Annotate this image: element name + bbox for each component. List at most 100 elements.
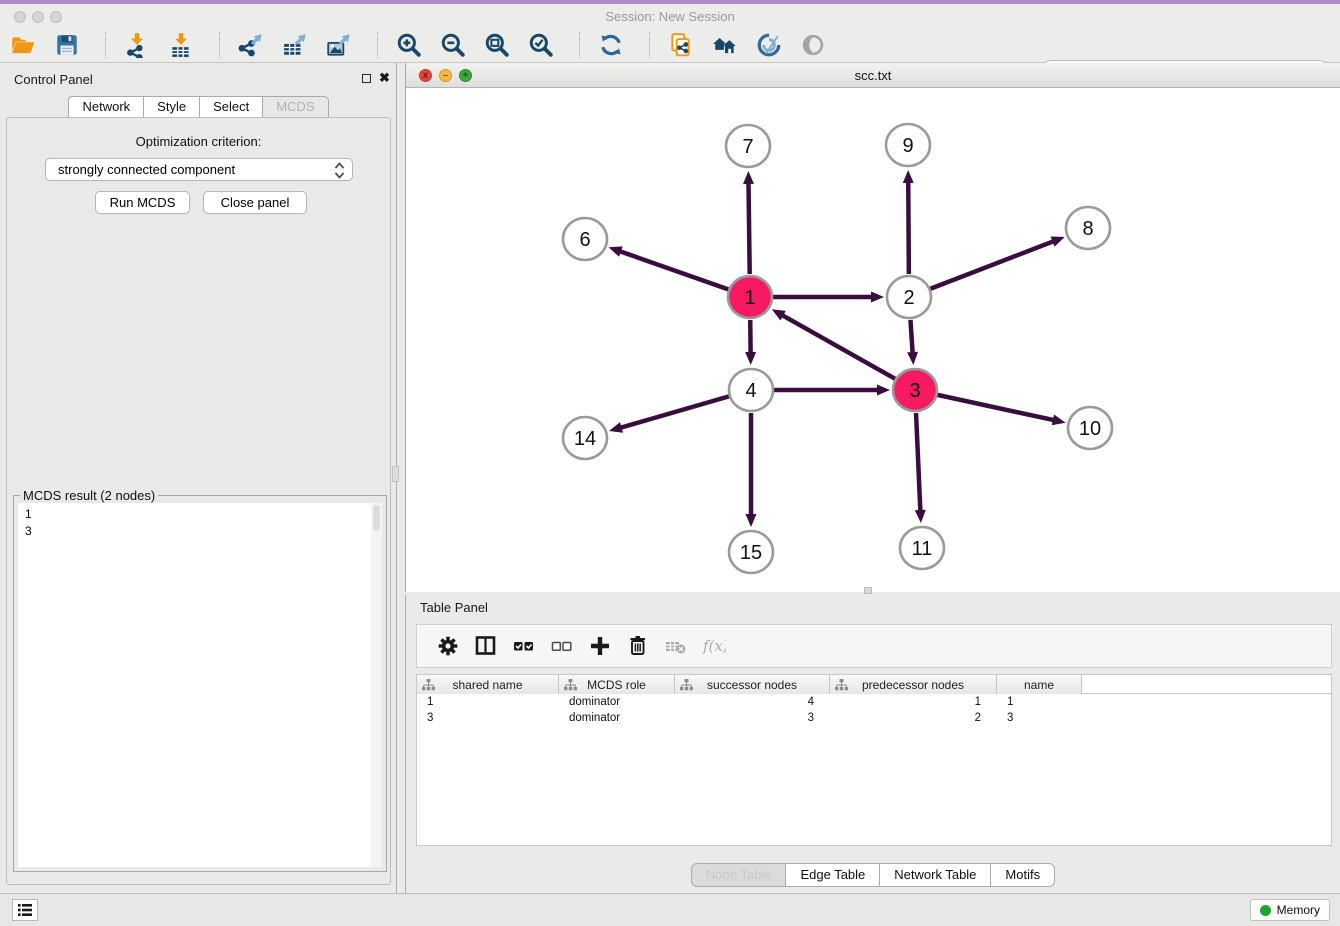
select-all-button[interactable] bbox=[509, 633, 539, 659]
control-tab-network[interactable]: Network bbox=[68, 96, 144, 118]
open-session-button[interactable] bbox=[9, 31, 37, 59]
export-table-button[interactable] bbox=[281, 31, 309, 59]
control-tab-select[interactable]: Select bbox=[200, 96, 263, 118]
duplicate-network-icon bbox=[668, 32, 694, 58]
deselect-all-button[interactable] bbox=[547, 633, 577, 659]
table-cell: 1 bbox=[830, 694, 997, 710]
column-header-label: MCDS role bbox=[587, 678, 646, 692]
duplicate-network-button[interactable] bbox=[667, 31, 695, 59]
mcds-result-box: MCDS result (2 nodes) 13 bbox=[13, 495, 387, 872]
close-panel-icon[interactable]: ✖ bbox=[379, 72, 390, 83]
edge-arrowhead bbox=[877, 385, 890, 396]
graph-node-label: 8 bbox=[1082, 218, 1093, 240]
edge-1-7[interactable] bbox=[748, 182, 749, 274]
graph-node-label: 14 bbox=[574, 428, 596, 450]
edge-arrowhead bbox=[745, 352, 756, 365]
column-header-successor-nodes[interactable]: successor nodes bbox=[675, 675, 830, 694]
trash-button[interactable] bbox=[623, 633, 653, 659]
edge-arrowhead bbox=[907, 352, 918, 365]
toolbar-separator bbox=[105, 32, 106, 58]
gear-icon bbox=[436, 634, 460, 658]
edge-arrowhead bbox=[609, 246, 623, 256]
eye-button[interactable] bbox=[799, 31, 827, 59]
edge-3-11[interactable] bbox=[916, 413, 920, 512]
eye-icon bbox=[800, 32, 826, 58]
zoom-in-button[interactable] bbox=[395, 31, 423, 59]
add-column-button[interactable] bbox=[585, 633, 615, 659]
column-header-predecessor-nodes[interactable]: predecessor nodes bbox=[830, 675, 997, 694]
table-cell: 3 bbox=[417, 710, 559, 726]
column-header-MCDS-role[interactable]: MCDS role bbox=[559, 675, 675, 694]
table-cell: 3 bbox=[675, 710, 830, 726]
column-header-label: shared name bbox=[452, 678, 522, 692]
table-tab-network-table[interactable]: Network Table bbox=[880, 863, 991, 887]
zoom-fit-button[interactable] bbox=[483, 31, 511, 59]
zoom-in-icon bbox=[396, 32, 422, 58]
table-header-row: shared name MCDS role successor nodesprede… bbox=[417, 675, 1331, 694]
control-tab-mcds[interactable]: MCDS bbox=[263, 96, 328, 118]
table-cell: 4 bbox=[675, 694, 830, 710]
edge-3-10[interactable] bbox=[937, 395, 1054, 420]
memory-label: Memory bbox=[1277, 903, 1320, 917]
float-panel-icon[interactable] bbox=[362, 74, 371, 83]
task-list-icon bbox=[17, 903, 33, 917]
run-mcds-button[interactable]: Run MCDS bbox=[95, 191, 190, 214]
node-table[interactable]: shared name MCDS role successor nodesprede… bbox=[416, 674, 1332, 846]
graph-node-label: 10 bbox=[1079, 418, 1101, 440]
save-session-button[interactable] bbox=[53, 31, 81, 59]
mcds-result-line: 3 bbox=[25, 523, 382, 540]
network-window-titlebar[interactable]: x – + scc.txt bbox=[406, 63, 1340, 88]
gear-button[interactable] bbox=[433, 633, 463, 659]
memory-status-icon bbox=[1260, 905, 1271, 916]
split-panel-icon bbox=[474, 634, 498, 658]
style-paint-button[interactable] bbox=[755, 31, 783, 59]
select-all-icon bbox=[512, 634, 536, 658]
table-tab-motifs[interactable]: Motifs bbox=[991, 863, 1055, 887]
import-table-button[interactable] bbox=[167, 31, 195, 59]
trash-icon bbox=[626, 634, 650, 658]
window-title: Session: New Session bbox=[0, 9, 1340, 24]
edge-arrowhead bbox=[1051, 237, 1065, 247]
task-console-button[interactable] bbox=[12, 899, 38, 921]
column-header-name[interactable]: name bbox=[997, 675, 1082, 694]
network-canvas[interactable]: 1234678910111415 bbox=[406, 88, 1340, 592]
control-tab-style[interactable]: Style bbox=[144, 96, 200, 118]
optimization-dropdown[interactable]: strongly connected component bbox=[45, 158, 353, 181]
splitter-handle[interactable] bbox=[392, 466, 399, 482]
column-header-shared-name[interactable]: shared name bbox=[417, 675, 559, 694]
export-image-button[interactable] bbox=[325, 31, 353, 59]
import-network-button[interactable] bbox=[123, 31, 151, 59]
close-panel-button[interactable]: Close panel bbox=[203, 191, 307, 214]
control-panel-tabs: NetworkStyleSelectMCDS bbox=[0, 96, 397, 117]
mcds-result-title: MCDS result (2 nodes) bbox=[20, 488, 158, 503]
refresh-icon bbox=[598, 32, 624, 58]
table-row[interactable]: 1dominator411 bbox=[417, 694, 1331, 710]
edge-1-6[interactable] bbox=[619, 251, 728, 289]
control-panel: Control Panel ✖ NetworkStyleSelectMCDS O… bbox=[0, 63, 397, 893]
graph-node-label: 11 bbox=[912, 538, 933, 560]
zoom-selected-button[interactable] bbox=[527, 31, 555, 59]
edge-2-8[interactable] bbox=[930, 241, 1054, 289]
refresh-button[interactable] bbox=[597, 31, 625, 59]
delete-table-icon bbox=[664, 634, 688, 658]
edge-arrowhead bbox=[609, 422, 623, 433]
home-button[interactable] bbox=[711, 31, 739, 59]
edge-3-1[interactable] bbox=[781, 315, 895, 379]
split-panel-button[interactable] bbox=[471, 633, 501, 659]
mcds-result-line: 1 bbox=[25, 506, 382, 523]
table-row[interactable]: 3dominator323 bbox=[417, 710, 1331, 726]
scrollbar[interactable] bbox=[371, 503, 382, 867]
main-toolbar bbox=[0, 27, 1340, 63]
splitter-handle[interactable] bbox=[864, 587, 872, 594]
zoom-out-button[interactable] bbox=[439, 31, 467, 59]
graph-node-label: 2 bbox=[903, 287, 914, 309]
table-tab-node-table[interactable]: Node Table bbox=[691, 863, 787, 887]
table-tab-edge-table[interactable]: Edge Table bbox=[786, 863, 880, 887]
edge-2-3[interactable] bbox=[910, 320, 912, 354]
table-cell: 1 bbox=[997, 694, 1082, 710]
mcds-result-text[interactable]: 13 bbox=[18, 503, 382, 867]
edge-4-14[interactable] bbox=[620, 396, 729, 428]
edge-2-9[interactable] bbox=[908, 181, 909, 274]
export-network-button[interactable] bbox=[237, 31, 265, 59]
memory-button[interactable]: Memory bbox=[1250, 899, 1330, 921]
